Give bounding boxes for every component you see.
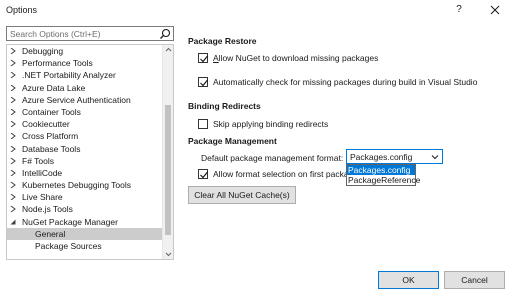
tree-item[interactable]: Database Tools: [7, 143, 162, 155]
search-box[interactable]: [6, 26, 174, 41]
options-tree[interactable]: Debugging Performance Tools .NET Portabili…: [6, 44, 174, 260]
skip-binding-checkbox[interactable]: [198, 119, 208, 129]
collapsed-arrow-icon[interactable]: [10, 133, 16, 140]
tree-item[interactable]: Cross Platform: [7, 130, 162, 142]
tree-item-label: Database Tools: [22, 143, 81, 154]
tree-item-label: Kubernetes Debugging Tools: [22, 180, 132, 191]
tree-item-label: Package Sources: [35, 241, 102, 251]
tree-item[interactable]: Debugging: [7, 45, 162, 57]
chevron-down-icon: [431, 155, 439, 160]
tree-item-label: Container Tools: [22, 106, 81, 117]
collapsed-arrow-icon[interactable]: [10, 108, 16, 115]
collapsed-arrow-icon[interactable]: [10, 121, 16, 128]
tree-item[interactable]: F# Tools: [7, 155, 162, 167]
close-icon: [490, 5, 500, 15]
clear-cache-button[interactable]: Clear All NuGet Cache(s): [188, 186, 296, 204]
tree-item-label: .NET Portability Analyzer: [22, 70, 116, 81]
tree-child-item[interactable]: General: [7, 227, 162, 240]
collapsed-arrow-icon[interactable]: [10, 96, 16, 103]
checkmark-icon: [200, 171, 208, 179]
tree-item-label: Debugging: [22, 46, 64, 56]
tree-item[interactable]: IntelliCode: [7, 167, 162, 179]
search-icon[interactable]: [159, 28, 171, 40]
tree-item[interactable]: Performance Tools: [7, 57, 162, 69]
tree-item-label: IntelliCode: [22, 167, 63, 178]
allow-download-label: Allow NuGet to download missing packages: [213, 53, 379, 63]
tree-list: Debugging Performance Tools .NET Portabili…: [7, 45, 162, 252]
ok-button[interactable]: OK: [378, 271, 439, 289]
tree-child-item[interactable]: Package Sources: [7, 240, 162, 252]
tree-item[interactable]: Live Share: [7, 191, 162, 203]
auto-check-label: Automatically check for missing packages…: [213, 77, 478, 87]
collapsed-arrow-icon[interactable]: [10, 182, 16, 189]
tree-item-label: Live Share: [22, 192, 63, 203]
checkmark-icon: [200, 55, 208, 63]
tree-item-label: Performance Tools: [22, 58, 93, 69]
collapsed-arrow-icon[interactable]: [10, 194, 16, 201]
tree-item-label: NuGet Package Manager: [22, 216, 118, 227]
expanded-arrow-icon[interactable]: [10, 219, 16, 225]
tree-item[interactable]: Kubernetes Debugging Tools: [7, 179, 162, 191]
tree-item-label: General: [35, 228, 66, 239]
allow-download-checkbox[interactable]: [198, 53, 208, 63]
help-button[interactable]: ?: [452, 3, 466, 17]
tree-item[interactable]: Cookiecutter: [7, 118, 162, 130]
package-restore-header: Package Restore: [188, 36, 257, 46]
tree-item-label: Azure Data Lake: [22, 82, 86, 93]
collapsed-arrow-icon[interactable]: [10, 60, 16, 67]
format-option-package-reference[interactable]: PackageReference: [347, 175, 420, 185]
tree-item-label: Node.js Tools: [22, 204, 73, 215]
tree-item[interactable]: .NET Portability Analyzer: [7, 69, 162, 81]
scroll-thumb[interactable]: [165, 105, 171, 235]
checkmark-icon: [200, 79, 208, 87]
collapsed-arrow-icon[interactable]: [10, 84, 16, 91]
collapsed-arrow-icon[interactable]: [10, 157, 16, 164]
format-dropdown-list: Packages.config PackageReference: [346, 164, 420, 186]
close-button[interactable]: [486, 2, 504, 18]
collapsed-arrow-icon[interactable]: [10, 72, 16, 79]
search-input[interactable]: [8, 27, 158, 40]
format-select-value: Packages.config: [350, 152, 413, 162]
tree-item[interactable]: NuGet Package Manager: [7, 216, 162, 228]
allow-format-label: Allow format selection on first packa: [213, 169, 349, 179]
tree-item[interactable]: Azure Service Authentication: [7, 94, 162, 106]
binding-redirects-header: Binding Redirects: [188, 101, 261, 111]
tree-item[interactable]: Azure Data Lake: [7, 82, 162, 94]
format-select[interactable]: Packages.config: [346, 149, 443, 164]
collapsed-arrow-icon[interactable]: [10, 145, 16, 152]
window-title: Options: [6, 5, 38, 15]
title-bar: Options ?: [0, 0, 512, 22]
allow-download-label-rest: llow NuGet to download missing packages: [218, 53, 379, 63]
tree-item[interactable]: Container Tools: [7, 106, 162, 118]
tree-item-label: Cookiecutter: [22, 119, 70, 130]
tree-item-label: Azure Service Authentication: [22, 94, 131, 105]
tree-item-label: Cross Platform: [22, 131, 79, 142]
collapsed-arrow-icon[interactable]: [10, 169, 16, 176]
scroll-down-arrow-icon[interactable]: [163, 249, 174, 259]
collapsed-arrow-icon[interactable]: [10, 48, 16, 54]
cancel-button[interactable]: Cancel: [444, 271, 505, 289]
collapsed-arrow-icon[interactable]: [10, 206, 16, 213]
auto-check-checkbox[interactable]: [198, 77, 208, 87]
scroll-up-arrow-icon[interactable]: [163, 45, 174, 55]
allow-format-checkbox[interactable]: [198, 169, 208, 179]
tree-item[interactable]: Node.js Tools: [7, 203, 162, 215]
format-option-packages-config[interactable]: Packages.config: [347, 165, 415, 175]
format-label: Default package management format:: [201, 153, 344, 163]
skip-binding-label: Skip applying binding redirects: [213, 119, 329, 129]
tree-item-label: F# Tools: [22, 155, 54, 166]
package-management-header: Package Management: [188, 136, 277, 146]
tree-scrollbar[interactable]: [162, 45, 173, 259]
